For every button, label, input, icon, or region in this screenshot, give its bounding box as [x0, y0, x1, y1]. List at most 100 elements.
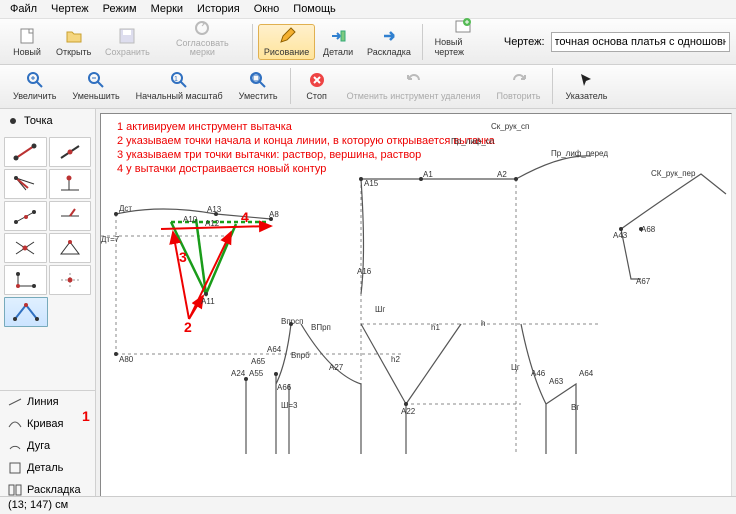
svg-text:А11: А11: [201, 297, 215, 306]
svg-text:А1: А1: [423, 170, 433, 179]
svg-text:Ш=3: Ш=3: [281, 401, 298, 410]
svg-text:Пр_лиф_перед: Пр_лиф_перед: [551, 149, 608, 158]
tool-point-intersect-xy[interactable]: [49, 265, 92, 295]
svg-text:А64: А64: [267, 345, 282, 354]
tool-point-along[interactable]: [49, 137, 92, 167]
svg-text:Шг: Шг: [375, 305, 385, 314]
tool-normal[interactable]: [49, 201, 92, 231]
svg-text:А46: А46: [531, 369, 546, 378]
line-icon: [8, 397, 22, 407]
svg-text:Впрсп: Впрсп: [281, 317, 303, 326]
menu-window[interactable]: Окно: [254, 3, 280, 15]
new-button[interactable]: Новый: [6, 24, 48, 60]
svg-text:А2: А2: [497, 170, 507, 179]
pencil-icon: [277, 27, 297, 45]
svg-text:h1: h1: [431, 323, 440, 332]
arrow-right-icon: [328, 27, 348, 45]
cursor-icon: [576, 71, 596, 89]
zoom-original-button[interactable]: 1 Начальный масштаб: [129, 68, 230, 104]
section-curve[interactable]: Кривая: [0, 413, 95, 435]
undo-button: Отменить инструмент удаления: [340, 68, 488, 104]
svg-text:ВПрп: ВПрп: [311, 323, 331, 332]
svg-text:А24: А24: [231, 369, 246, 378]
section-detail[interactable]: Деталь: [0, 457, 95, 479]
curve-icon: [8, 419, 22, 429]
new-file-icon: [17, 27, 37, 45]
details-button[interactable]: Детали: [317, 24, 359, 60]
tool-perpendicular[interactable]: [49, 169, 92, 199]
menu-mode[interactable]: Режим: [103, 3, 137, 15]
tool-intersection[interactable]: [4, 233, 47, 263]
svg-text:СК_рук_пер: СК_рук_пер: [651, 169, 696, 178]
bullet-icon: [8, 116, 18, 126]
svg-text:А27: А27: [329, 363, 344, 372]
anno-1: 1: [82, 408, 90, 424]
tool-point-xy[interactable]: [4, 265, 47, 295]
draw-mode-button[interactable]: Рисование: [258, 24, 315, 60]
detail-icon: [8, 462, 22, 474]
svg-text:1: 1: [174, 76, 178, 83]
svg-text:А65: А65: [251, 357, 266, 366]
separator: [422, 24, 423, 60]
svg-text:А10: А10: [183, 215, 198, 224]
svg-text:Цг: Цг: [511, 363, 520, 372]
zoom-in-button[interactable]: Увеличить: [6, 68, 63, 104]
redo-icon: [509, 71, 529, 89]
open-button[interactable]: Открыть: [50, 24, 97, 60]
pattern-svg: Дст Дт=7 А80 А24 А55 Впрсп А64 А65 А66 В…: [101, 114, 731, 494]
separator: [252, 24, 253, 60]
tool-shoulder[interactable]: [4, 201, 47, 231]
svg-text:А43: А43: [613, 231, 628, 240]
menu-file[interactable]: Файл: [10, 3, 37, 15]
zoom-reset-icon: 1: [169, 71, 189, 89]
zoom-fit-icon: [248, 71, 268, 89]
zoom-out-button[interactable]: Уменьшить: [65, 68, 126, 104]
svg-text:А80: А80: [119, 355, 134, 364]
layout-button[interactable]: Раскладка: [361, 24, 416, 60]
svg-text:А12: А12: [205, 219, 220, 228]
folder-icon: [64, 27, 84, 45]
new-drawing-button[interactable]: Новый чертеж: [428, 14, 498, 60]
svg-text:Дст: Дст: [119, 204, 132, 213]
menu-history[interactable]: История: [197, 3, 240, 15]
svg-text:А66: А66: [277, 383, 292, 392]
status-bar: (13; 147) см: [0, 496, 736, 514]
anno-3: 3: [179, 249, 187, 265]
zoom-in-icon: [25, 71, 45, 89]
zoom-fit-button[interactable]: Уместить: [232, 68, 285, 104]
point-mode-label[interactable]: Точка: [0, 109, 95, 133]
section-line[interactable]: Линия: [0, 391, 95, 413]
pointer-button[interactable]: Указатель: [558, 68, 614, 104]
drawing-label: Чертеж:: [504, 36, 545, 48]
left-panel: Точка Линия Кривая Дуга Деталь Раскладка: [0, 109, 96, 501]
save-button: Сохранить: [99, 24, 155, 60]
svg-text:А55: А55: [249, 369, 264, 378]
separator: [290, 68, 291, 104]
drawing-canvas[interactable]: 1 активируем инструмент вытачка 2 указыв…: [100, 113, 732, 497]
svg-text:А64: А64: [579, 369, 594, 378]
new-drawing-icon: [453, 17, 473, 35]
svg-text:А68: А68: [641, 225, 656, 234]
tool-dart[interactable]: [4, 297, 48, 327]
svg-text:А8: А8: [269, 210, 279, 219]
svg-text:А67: А67: [636, 277, 651, 286]
tool-bisector[interactable]: [4, 169, 47, 199]
stop-button[interactable]: Стоп: [296, 68, 338, 104]
sync-measurements-button: Согласовать мерки: [157, 16, 247, 60]
menu-drawing[interactable]: Чертеж: [51, 3, 89, 15]
menu-help[interactable]: Помощь: [293, 3, 336, 15]
section-arc[interactable]: Дуга: [0, 435, 95, 457]
svg-text:Пр_лиф_сп: Пр_лиф_сп: [451, 137, 494, 146]
tool-triangle[interactable]: [49, 233, 92, 263]
zoom-out-icon: [86, 71, 106, 89]
menu-measurements[interactable]: Мерки: [151, 3, 183, 15]
anno-4: 4: [241, 209, 249, 225]
sync-icon: [192, 19, 212, 37]
separator: [552, 68, 553, 104]
tool-point-distance[interactable]: [4, 137, 47, 167]
drawing-name-input[interactable]: [551, 32, 730, 52]
undo-icon: [404, 71, 424, 89]
svg-text:А15: А15: [364, 179, 379, 188]
anno-2: 2: [184, 319, 192, 335]
svg-text:А22: А22: [401, 407, 416, 416]
